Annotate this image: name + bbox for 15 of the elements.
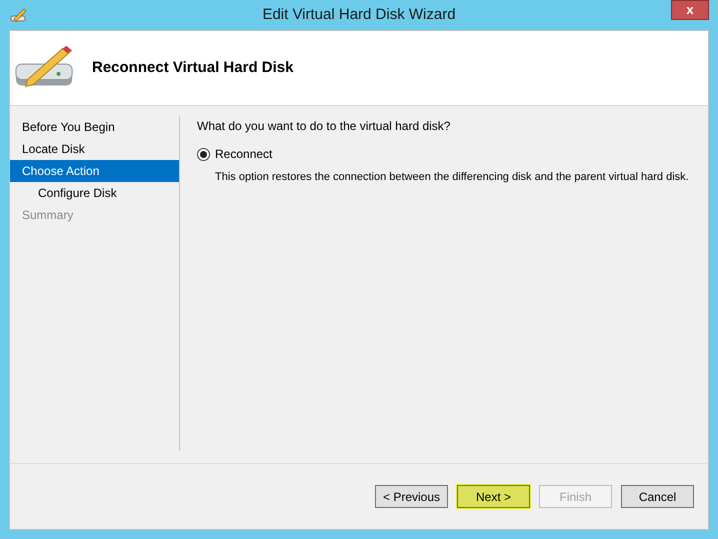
radio-button[interactable] <box>197 148 210 160</box>
wizard-step[interactable]: Before You Begin <box>10 116 179 138</box>
option-description: This option restores the connection between the differencing disk and the parent virtual hard disk. <box>215 170 690 185</box>
page-heading: Reconnect Virtual Hard Disk <box>92 58 294 78</box>
wizard-step[interactable]: Configure Disk <box>10 182 179 204</box>
question-text: What do you want to do to the virtual hard disk? <box>197 118 452 135</box>
wizard-step[interactable]: Choose Action <box>10 160 179 182</box>
wizard-step[interactable]: Locate Disk <box>10 138 179 160</box>
wizard-button[interactable]: < Previous <box>375 485 448 508</box>
window-title: Edit Virtual Hard Disk Wizard <box>262 4 456 25</box>
wizard-button[interactable]: Cancel <box>621 485 694 508</box>
option-label[interactable]: Reconnect <box>215 145 272 163</box>
wizard-button[interactable]: Next > <box>457 485 530 508</box>
close-button[interactable]: x <box>671 0 709 20</box>
pencil-icon <box>10 7 28 23</box>
